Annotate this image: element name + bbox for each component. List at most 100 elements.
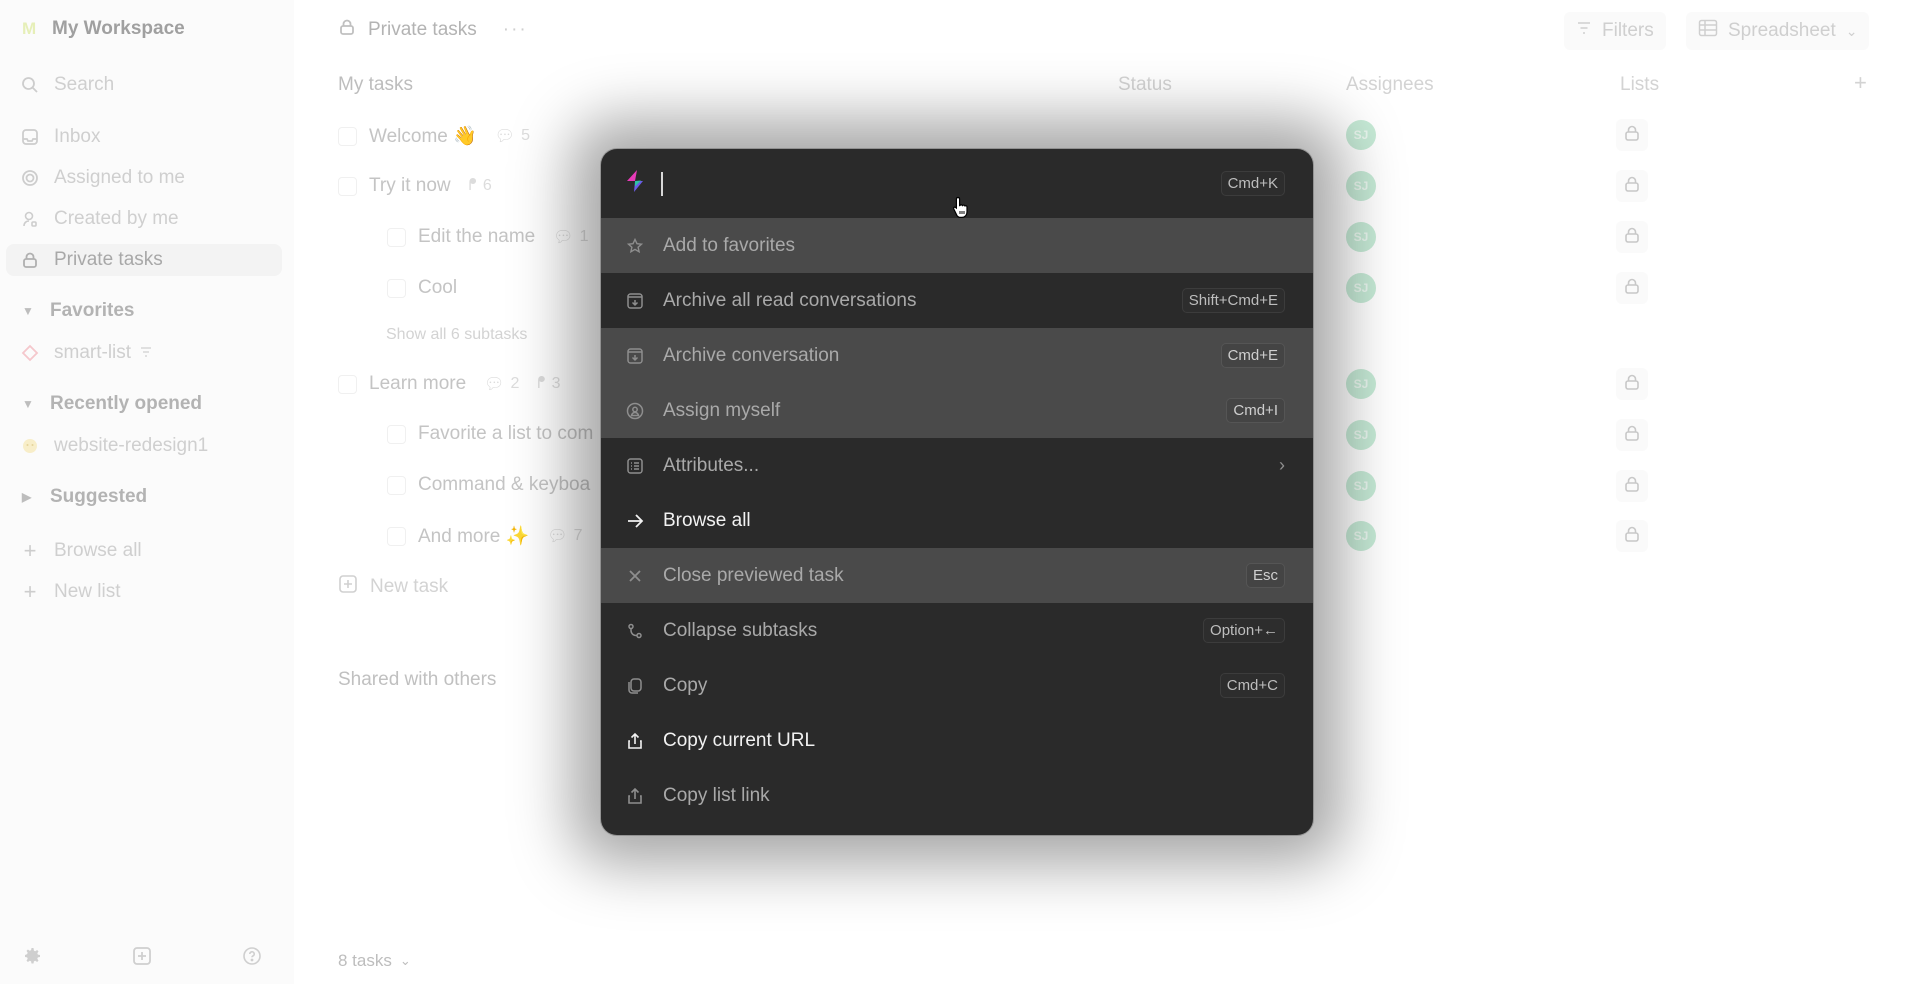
list-lock-cell[interactable]: [1616, 272, 1648, 304]
task-checkbox[interactable]: [338, 126, 357, 146]
lock-icon: [1624, 175, 1640, 198]
list-lock-cell[interactable]: [1616, 470, 1648, 502]
command-attributes[interactable]: Attributes... ›: [601, 438, 1313, 493]
task-row[interactable]: Learn more 💬︎ 2 ᖰ3: [338, 369, 561, 399]
avatar[interactable]: SJ: [1346, 369, 1376, 399]
command-browse-all[interactable]: Browse all: [601, 493, 1313, 548]
avatar[interactable]: SJ: [1346, 521, 1376, 551]
command-archive-all-read[interactable]: Archive all read conversations Shift+Cmd…: [601, 273, 1313, 328]
favorites-section-toggle[interactable]: ▼ Favorites: [22, 300, 134, 322]
list-lock-cell[interactable]: [1616, 170, 1648, 202]
more-options-button[interactable]: ···: [503, 19, 528, 41]
caret-right-icon: ▶: [22, 490, 32, 504]
new-list-label: New list: [54, 581, 121, 602]
task-title: Try it now: [369, 175, 451, 196]
avatar[interactable]: SJ: [1346, 120, 1376, 150]
plus-icon: +: [23, 579, 37, 604]
recent-title: Recently opened: [50, 393, 203, 414]
sidebar-item-label: Inbox: [54, 126, 101, 147]
new-task-button[interactable]: New task: [338, 572, 448, 602]
sidebar-item-inbox[interactable]: Inbox: [20, 121, 100, 153]
list-lock-cell[interactable]: [1616, 520, 1648, 552]
sidebar-item-private-tasks[interactable]: Private tasks: [6, 244, 282, 276]
task-checkbox[interactable]: [387, 278, 406, 298]
command-copy-current-url[interactable]: Copy current URL: [601, 713, 1313, 768]
sidebar-item-label: website-redesign1: [54, 435, 209, 456]
sidebar-item-assigned[interactable]: Assigned to me: [20, 162, 185, 194]
task-checkbox[interactable]: [387, 475, 406, 495]
command-collapse-subtasks[interactable]: Collapse subtasks Option+←: [601, 603, 1313, 658]
target-icon: [20, 168, 40, 188]
command-assign-myself[interactable]: Assign myself Cmd+I: [601, 383, 1313, 438]
lock-icon: [1624, 277, 1640, 300]
task-row[interactable]: And more ✨ 💬︎ 7: [387, 521, 583, 551]
view-switcher-button[interactable]: Spreadsheet ⌄: [1686, 12, 1870, 50]
sidebar-search[interactable]: Search: [20, 69, 114, 101]
sidebar-item-created[interactable]: Created by me: [20, 203, 179, 235]
workspace-switcher[interactable]: M My Workspace: [22, 18, 185, 40]
show-all-subtasks-link[interactable]: Show all 6 subtasks: [386, 326, 527, 344]
new-item-button[interactable]: [130, 946, 154, 970]
command-archive-conversation[interactable]: Archive conversation Cmd+E: [601, 328, 1313, 383]
task-checkbox[interactable]: [338, 176, 357, 196]
shortcut-badge: Cmd+K: [1220, 171, 1285, 196]
settings-button[interactable]: [21, 946, 45, 970]
add-column-button[interactable]: +: [1854, 70, 1867, 96]
command-copy-list-link[interactable]: Copy list link: [601, 768, 1313, 823]
filters-button[interactable]: Filters: [1564, 12, 1666, 50]
list-lock-cell[interactable]: [1616, 119, 1648, 151]
task-checkbox[interactable]: [338, 374, 357, 394]
task-row[interactable]: Cool: [387, 273, 457, 303]
command-copy[interactable]: Copy Cmd+C: [601, 658, 1313, 713]
command-close-previewed-task[interactable]: Close previewed task Esc: [601, 548, 1313, 603]
column-header-assignees[interactable]: Assignees: [1346, 74, 1434, 96]
browse-all-link[interactable]: + Browse all: [20, 535, 142, 567]
column-header-status[interactable]: Status: [1118, 74, 1172, 96]
comment-count: 💬︎ 5: [494, 127, 530, 145]
sidebar-item-website-redesign[interactable]: website-redesign1: [20, 430, 208, 462]
text-caret: [661, 171, 663, 196]
task-row[interactable]: Command & keyboa: [387, 470, 590, 500]
task-checkbox[interactable]: [387, 227, 406, 247]
shortcut-badge: Option+←: [1203, 618, 1285, 643]
close-icon: [625, 566, 645, 586]
suggested-section-toggle[interactable]: ▶ Suggested: [22, 486, 147, 508]
help-button[interactable]: [240, 946, 264, 970]
subtasks-icon: ᖰ: [468, 177, 477, 194]
caret-down-icon: ▼: [22, 304, 34, 318]
page-title: Private tasks: [368, 19, 477, 40]
workspace-logo: M: [22, 19, 37, 38]
list-lock-cell[interactable]: [1616, 368, 1648, 400]
task-row[interactable]: Edit the name 💬︎ 1: [387, 222, 588, 252]
task-checkbox[interactable]: [387, 526, 406, 546]
command-add-to-favorites[interactable]: Add to favorites: [601, 218, 1313, 273]
column-header-lists[interactable]: Lists: [1620, 74, 1659, 96]
user-created-icon: [20, 209, 40, 229]
shortcut-badge: Esc: [1245, 563, 1285, 588]
chevron-right-icon: ›: [1279, 455, 1285, 475]
avatar[interactable]: SJ: [1346, 273, 1376, 303]
lock-icon: [1624, 525, 1640, 548]
section-title-my-tasks: My tasks: [338, 74, 413, 95]
comment-count: 💬︎ 1: [553, 228, 589, 246]
avatar[interactable]: SJ: [1346, 471, 1376, 501]
task-row[interactable]: Welcome 👋 💬︎ 5: [338, 121, 530, 151]
new-list-button[interactable]: + New list: [20, 576, 121, 608]
list-lock-cell[interactable]: [1616, 419, 1648, 451]
task-count-dropdown[interactable]: 8 tasks ⌄: [338, 946, 411, 976]
lock-icon: [1624, 124, 1640, 147]
sidebar: M My Workspace Search Inbox Assigned to …: [0, 0, 294, 984]
sidebar-item-label: smart-list: [54, 342, 132, 363]
avatar[interactable]: SJ: [1346, 171, 1376, 201]
sidebar-item-smart-list[interactable]: smart-list: [20, 337, 153, 369]
list-lock-cell[interactable]: [1616, 221, 1648, 253]
task-title: Command & keyboa: [418, 474, 591, 495]
shortcut-badge: Cmd+C: [1219, 673, 1285, 698]
task-checkbox[interactable]: [387, 424, 406, 444]
caret-down-icon: ▼: [22, 397, 34, 411]
task-row[interactable]: Favorite a list to com: [387, 419, 593, 449]
task-row[interactable]: Try it now ᖰ6: [338, 171, 492, 201]
recent-section-toggle[interactable]: ▼ Recently opened: [22, 393, 202, 415]
avatar[interactable]: SJ: [1346, 420, 1376, 450]
avatar[interactable]: SJ: [1346, 222, 1376, 252]
